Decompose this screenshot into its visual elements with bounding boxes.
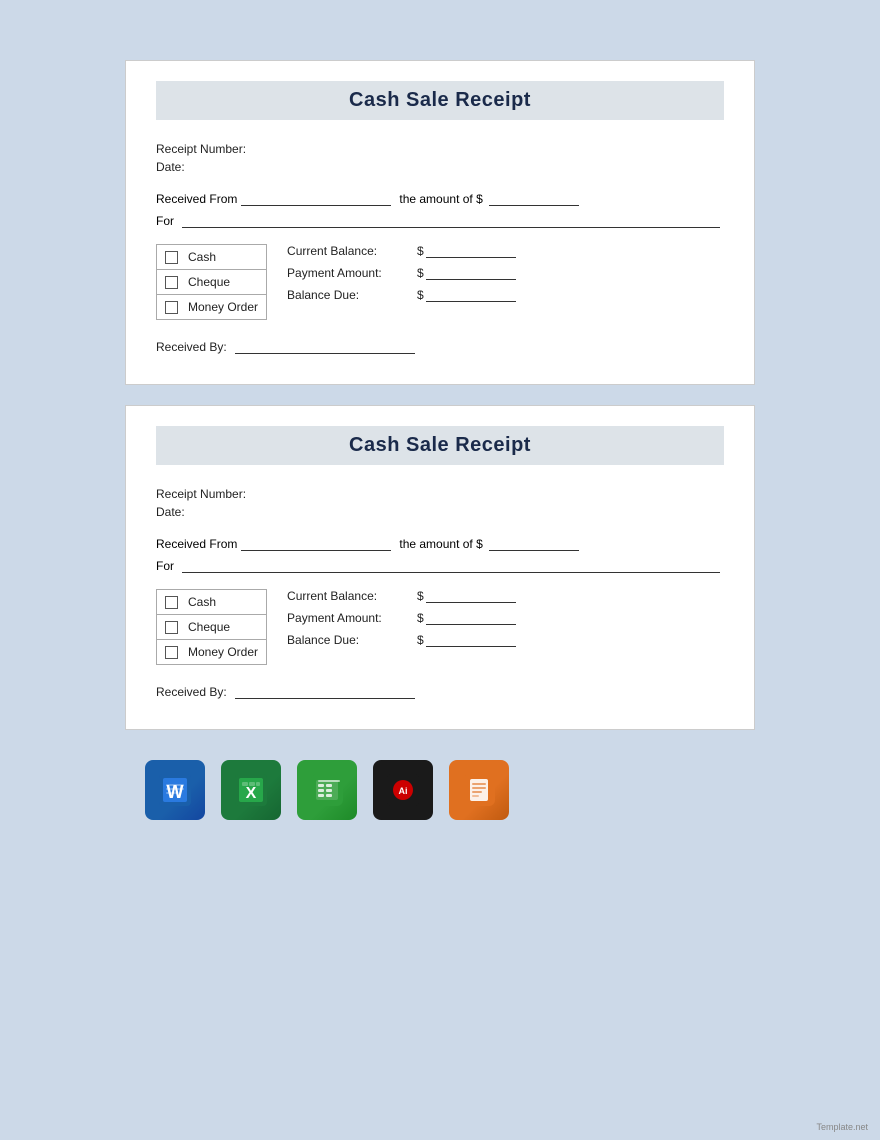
checkbox-row-cash-1: Cash (157, 245, 266, 270)
watermark: Template.net (816, 1122, 868, 1132)
current-balance-field-2[interactable] (426, 589, 516, 603)
received-by-field-2[interactable] (235, 685, 415, 699)
amount-label-1: the amount of $ (399, 192, 482, 206)
checkbox-row-cash-2: Cash (157, 590, 266, 615)
for-label-2: For (156, 559, 174, 573)
received-by-label-2: Received By: (156, 685, 227, 699)
checkbox-row-cheque-1: Cheque (157, 270, 266, 295)
balance-due-row-1: Balance Due: $ (287, 288, 724, 302)
receipt-meta-2: Receipt Number: Date: (156, 487, 724, 519)
checkbox-cash-2[interactable] (165, 596, 178, 609)
cash-label-1: Cash (188, 250, 258, 264)
pages-icon[interactable] (449, 760, 509, 820)
numbers-icon[interactable] (297, 760, 357, 820)
payment-amount-label-2: Payment Amount: (287, 611, 417, 625)
balance-due-field-2[interactable] (426, 633, 516, 647)
bottom-section-2: Cash Cheque Money Order Current Balance:… (156, 589, 724, 665)
dollar-sign-bd-1: $ (417, 288, 424, 302)
checkbox-cash-1[interactable] (165, 251, 178, 264)
dollar-sign-pa-1: $ (417, 266, 424, 280)
received-from-field-1[interactable] (241, 192, 391, 206)
balance-due-label-1: Balance Due: (287, 288, 417, 302)
balance-due-row-2: Balance Due: $ (287, 633, 724, 647)
cheque-label-1: Cheque (188, 275, 258, 289)
received-by-row-1: Received By: (156, 340, 724, 354)
bottom-section-1: Cash Cheque Money Order Current Balance:… (156, 244, 724, 320)
current-balance-field-1[interactable] (426, 244, 516, 258)
received-from-row-2: Received From the amount of $ (156, 537, 724, 551)
received-from-label-2: Received From (156, 537, 237, 551)
amount-field-2[interactable] (489, 537, 579, 551)
date-label-1: Date: (156, 160, 724, 174)
dollar-sign-cb-1: $ (417, 244, 424, 258)
excel-icon[interactable]: X (221, 760, 281, 820)
checkbox-table-2: Cash Cheque Money Order (156, 589, 267, 665)
svg-text:Ai: Ai (399, 786, 408, 796)
date-label-2: Date: (156, 505, 724, 519)
for-label-1: For (156, 214, 174, 228)
payment-amount-row-2: Payment Amount: $ (287, 611, 724, 625)
checkbox-money-2[interactable] (165, 646, 178, 659)
checkbox-cheque-2[interactable] (165, 621, 178, 634)
payment-amount-field-2[interactable] (426, 611, 516, 625)
money-order-label-2: Money Order (188, 645, 258, 659)
dollar-sign-cb-2: $ (417, 589, 424, 603)
receipt-number-label-2: Receipt Number: (156, 487, 724, 501)
checkbox-row-money-1: Money Order (157, 295, 266, 319)
payment-amount-field-1[interactable] (426, 266, 516, 280)
receipt-number-label-1: Receipt Number: (156, 142, 724, 156)
received-from-row-1: Received From the amount of $ (156, 192, 724, 206)
checkbox-row-cheque-2: Cheque (157, 615, 266, 640)
dollar-sign-bd-2: $ (417, 633, 424, 647)
pdf-icon[interactable]: Ai (373, 760, 433, 820)
word-icon[interactable]: W (145, 760, 205, 820)
balance-due-label-2: Balance Due: (287, 633, 417, 647)
receipt-meta-1: Receipt Number: Date: (156, 142, 724, 174)
balance-due-field-1[interactable] (426, 288, 516, 302)
receipt-title-2: Cash Sale Receipt (156, 434, 724, 457)
current-balance-row-2: Current Balance: $ (287, 589, 724, 603)
checkbox-money-1[interactable] (165, 301, 178, 314)
current-balance-row-1: Current Balance: $ (287, 244, 724, 258)
payment-amount-row-1: Payment Amount: $ (287, 266, 724, 280)
checkbox-cheque-1[interactable] (165, 276, 178, 289)
received-from-label-1: Received From (156, 192, 237, 206)
page-wrapper: Cash Sale Receipt Receipt Number: Date: … (125, 60, 755, 830)
received-by-row-2: Received By: (156, 685, 724, 699)
cash-label-2: Cash (188, 595, 258, 609)
cheque-label-2: Cheque (188, 620, 258, 634)
checkbox-row-money-2: Money Order (157, 640, 266, 664)
current-balance-label-1: Current Balance: (287, 244, 417, 258)
balance-section-1: Current Balance: $ Payment Amount: $ Bal… (287, 244, 724, 320)
received-from-field-2[interactable] (241, 537, 391, 551)
checkbox-table-1: Cash Cheque Money Order (156, 244, 267, 320)
for-field-2[interactable] (182, 559, 720, 573)
dollar-sign-pa-2: $ (417, 611, 424, 625)
money-order-label-1: Money Order (188, 300, 258, 314)
received-by-label-1: Received By: (156, 340, 227, 354)
for-field-1[interactable] (182, 214, 720, 228)
amount-field-1[interactable] (489, 192, 579, 206)
svg-text:X: X (246, 785, 257, 802)
receipt-title-bar-2: Cash Sale Receipt (156, 426, 724, 465)
receipt-title-bar-1: Cash Sale Receipt (156, 81, 724, 120)
format-icons-row: W X (125, 760, 755, 820)
received-by-field-1[interactable] (235, 340, 415, 354)
amount-label-2: the amount of $ (399, 537, 482, 551)
receipt-card-1: Cash Sale Receipt Receipt Number: Date: … (125, 60, 755, 385)
for-row-1: For (156, 214, 724, 228)
payment-amount-label-1: Payment Amount: (287, 266, 417, 280)
balance-section-2: Current Balance: $ Payment Amount: $ Bal… (287, 589, 724, 665)
current-balance-label-2: Current Balance: (287, 589, 417, 603)
receipt-card-2: Cash Sale Receipt Receipt Number: Date: … (125, 405, 755, 730)
receipt-title-1: Cash Sale Receipt (156, 89, 724, 112)
for-row-2: For (156, 559, 724, 573)
